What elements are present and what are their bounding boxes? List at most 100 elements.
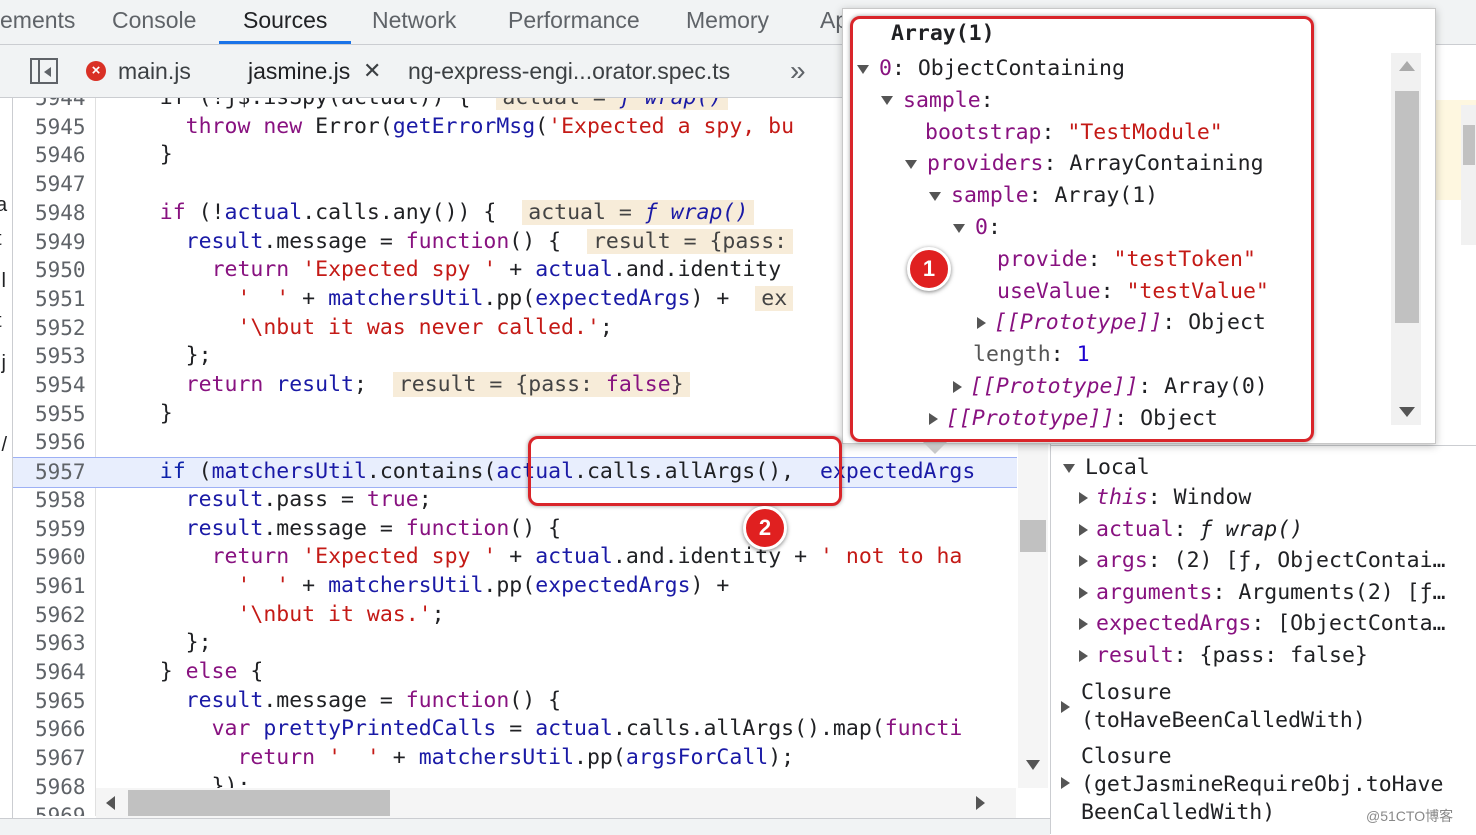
code-line[interactable]: 5967 return ' ' + matchersUtil.pp(argsFo… <box>13 744 1017 773</box>
error-icon: × <box>86 61 106 81</box>
collapse-icon[interactable] <box>1063 463 1075 473</box>
scroll-down-icon[interactable] <box>1399 407 1415 417</box>
code-line[interactable]: 5961 ' ' + matchersUtil.pp(expectedArgs)… <box>13 572 1017 601</box>
scope-variable[interactable]: expectedArgs: [ObjectConta… <box>1079 611 1446 636</box>
sidebar-scrollbar[interactable] <box>1461 105 1476 245</box>
code-line[interactable]: 5958 result.pass = true; <box>13 486 1017 515</box>
line-number[interactable]: 5953 <box>35 342 95 370</box>
code-text: } else { <box>108 659 264 684</box>
code-text: result.pass = true; <box>185 486 432 512</box>
scroll-down-icon[interactable] <box>1026 760 1040 770</box>
code-line[interactable]: 5966 var prettyPrintedCalls = actual.cal… <box>13 715 1017 744</box>
popover-scrollbar[interactable] <box>1391 53 1421 425</box>
line-number[interactable]: 5950 <box>35 256 95 284</box>
tab-memory[interactable]: Memory <box>686 0 769 44</box>
line-number[interactable]: 5946 <box>35 141 95 169</box>
code-text: }; <box>108 343 212 369</box>
line-number[interactable]: 5967 <box>35 744 95 772</box>
nav-fragment: t <box>0 310 2 333</box>
scroll-up-icon[interactable] <box>1399 61 1415 71</box>
code-line[interactable]: 5965 result.message = function() { <box>13 687 1017 716</box>
scope-local-header[interactable]: Local <box>1063 455 1150 480</box>
code-text: } <box>108 142 173 168</box>
expand-icon[interactable] <box>1079 618 1088 631</box>
expand-icon[interactable] <box>1079 492 1088 504</box>
annotation-badge-1: 1 <box>907 247 951 291</box>
code-text: } <box>108 400 173 426</box>
file-tab-spec-ts[interactable]: ng-express-engi...orator.spec.ts <box>408 45 730 97</box>
scope-closure[interactable]: Closure (toHaveBeenCalledWith) <box>1061 679 1366 735</box>
scroll-thumb[interactable] <box>1020 520 1046 552</box>
toggle-navigator-icon[interactable] <box>30 58 58 84</box>
tab-network[interactable]: Network <box>372 0 456 44</box>
code-text: result.message = function() { <box>185 687 562 713</box>
line-number[interactable]: 5954 <box>35 371 95 399</box>
scope-variable[interactable]: result: {pass: false} <box>1079 643 1368 668</box>
code-text: '\nbut it was never called.'; <box>237 314 613 340</box>
code-line[interactable]: 5959 result.message = function() { <box>13 515 1017 544</box>
tab-elements[interactable]: ements <box>0 0 75 44</box>
code-line[interactable]: 5962 '\nbut it was.'; <box>13 601 1017 630</box>
file-tab-jasmine-js[interactable]: jasmine.js <box>248 45 350 97</box>
line-number[interactable]: 5949 <box>35 228 95 256</box>
expand-icon[interactable] <box>1079 586 1088 599</box>
code-text: '\nbut it was.'; <box>237 601 445 627</box>
line-number[interactable]: 5945 <box>35 113 95 141</box>
scope-variable[interactable]: actual: ƒ wrap() <box>1079 517 1303 542</box>
nav-fragment: :/ <box>0 434 8 456</box>
scroll-left-icon[interactable] <box>106 796 115 810</box>
code-line[interactable]: 5957 if (matchersUtil.contains(actual.ca… <box>13 457 1017 488</box>
expand-icon[interactable] <box>1079 555 1088 568</box>
tab-console[interactable]: Console <box>112 0 196 44</box>
code-text: }; <box>108 630 212 656</box>
file-tab-main-js[interactable]: main.js <box>118 45 191 97</box>
scroll-right-icon[interactable] <box>976 796 985 810</box>
line-number[interactable]: 5969 <box>35 802 95 817</box>
scope-variable[interactable]: arguments: Arguments(2) [ƒ… <box>1079 580 1446 605</box>
code-text: ' ' + matchersUtil.pp(expectedArgs) + <box>237 572 730 598</box>
tab-sources[interactable]: Sources <box>218 0 352 44</box>
line-number[interactable]: 5947 <box>35 170 95 198</box>
line-number[interactable]: 5957 <box>35 458 95 486</box>
code-text: ' ' + matchersUtil.pp(expectedArgs) + ex <box>108 285 794 313</box>
line-number[interactable]: 5963 <box>35 629 95 657</box>
line-number[interactable]: 5948 <box>35 199 95 227</box>
scope-variable[interactable]: args: (2) [ƒ, ObjectContai… <box>1079 548 1446 573</box>
line-number[interactable]: 5959 <box>35 515 95 543</box>
line-number[interactable]: 5965 <box>35 687 95 715</box>
more-tabs-icon[interactable]: » <box>790 45 806 97</box>
line-number[interactable]: 5961 <box>35 572 95 600</box>
scroll-thumb[interactable] <box>1395 91 1419 323</box>
code-text: result.message = function() { result = {… <box>108 228 794 256</box>
code-line[interactable]: 5964 } else { <box>13 658 1017 687</box>
line-number[interactable]: 5955 <box>35 400 95 428</box>
nav-fragment: : <box>0 152 2 175</box>
tab-performance[interactable]: Performance <box>508 0 640 44</box>
scroll-thumb[interactable] <box>1463 125 1475 165</box>
line-number[interactable]: 5944 <box>35 98 95 112</box>
popover-arrow <box>923 442 947 454</box>
code-text: return ' ' + matchersUtil.pp(argsForCall… <box>237 745 795 771</box>
line-number[interactable]: 5960 <box>35 543 95 571</box>
navigator-sliver: : a t .l t .j :/ <box>0 98 13 834</box>
code-line[interactable]: 5960 return 'Expected spy ' + actual.and… <box>13 543 1017 572</box>
line-number[interactable]: 5962 <box>35 601 95 629</box>
line-number[interactable]: 5951 <box>35 285 95 313</box>
line-number[interactable]: 5956 <box>35 428 95 456</box>
line-number[interactable]: 5952 <box>35 314 95 342</box>
line-number[interactable]: 5958 <box>35 486 95 514</box>
code-text: result.message = function() { <box>185 515 562 541</box>
expand-icon[interactable] <box>1079 523 1088 536</box>
close-tab-icon[interactable]: ✕ <box>363 45 381 97</box>
expand-icon[interactable] <box>1061 701 1070 713</box>
line-number[interactable]: 5964 <box>35 658 95 686</box>
code-line[interactable]: 5963 }; <box>13 629 1017 658</box>
line-number[interactable]: 5966 <box>35 715 95 743</box>
editor-horizontal-scrollbar[interactable] <box>96 788 1016 818</box>
code-text: if (!j$.isSpy(actual)) { actual = ƒ wrap… <box>108 98 729 112</box>
line-number[interactable]: 5968 <box>35 773 95 801</box>
expand-icon[interactable] <box>1061 777 1070 789</box>
scope-variable[interactable]: this: Window <box>1079 485 1251 510</box>
expand-icon[interactable] <box>1079 650 1088 662</box>
scroll-thumb[interactable] <box>128 790 390 816</box>
